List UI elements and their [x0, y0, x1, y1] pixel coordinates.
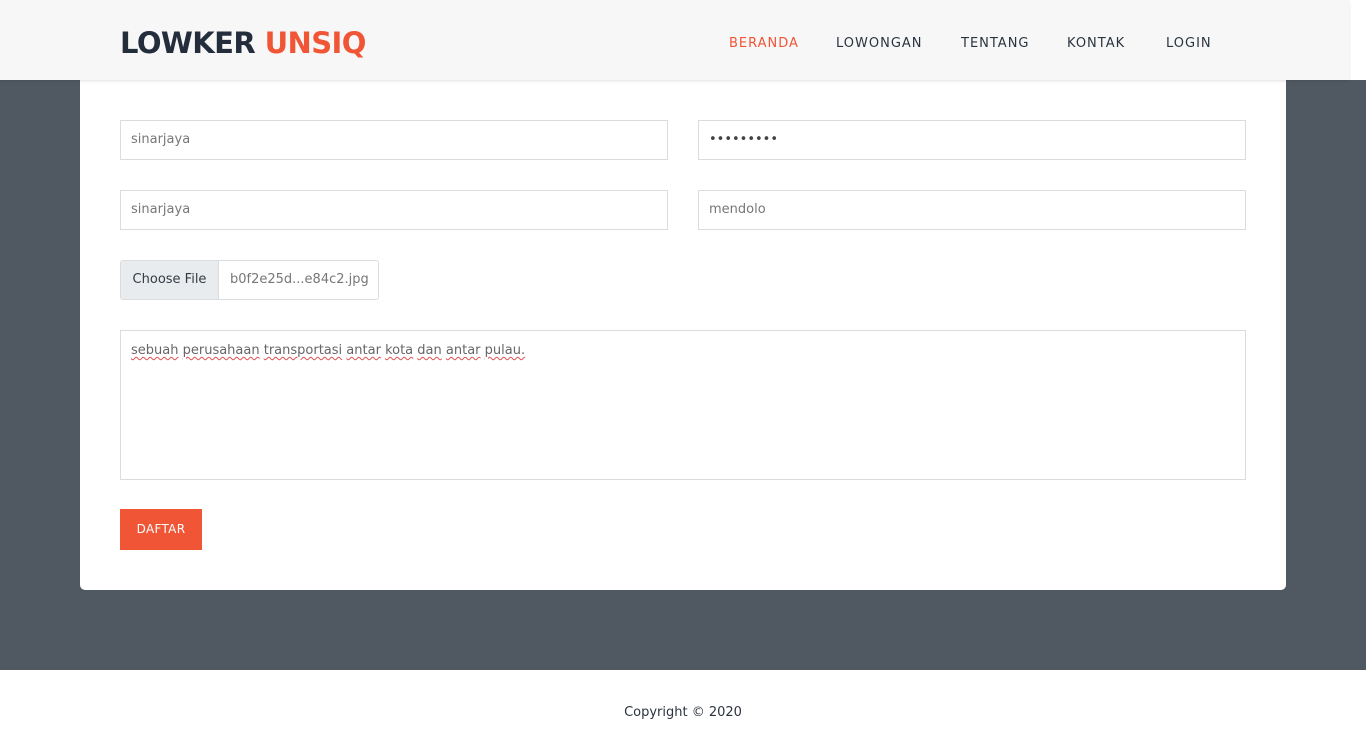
choose-file-button[interactable]: Choose File [121, 261, 219, 299]
username-input[interactable]: sinarjaya [120, 120, 668, 160]
password-input[interactable]: ••••••••• [698, 120, 1246, 160]
main-nav: BERANDA LOWONGAN TENTANG KONTAK LOGIN [0, 35, 1349, 53]
nav-item-lowongan[interactable]: LOWONGAN [836, 35, 923, 53]
description-word: transportasi [263, 343, 343, 358]
file-name-label: b0f2e25d...e84c2.jpg [230, 272, 369, 287]
description-word: sebuah [131, 343, 179, 358]
description-word: perusahaan [182, 343, 260, 358]
address-input[interactable]: mendolo [698, 190, 1246, 230]
nav-item-tentang[interactable]: TENTANG [961, 35, 1030, 53]
daftar-button[interactable]: DAFTAR [120, 509, 202, 550]
header: LOWKER UNSIQ BERANDA LOWONGAN TENTANG KO… [0, 0, 1349, 80]
nav-item-kontak[interactable]: KONTAK [1067, 35, 1125, 53]
description-word: antar [346, 343, 381, 358]
nav-item-login[interactable]: LOGIN [1166, 35, 1212, 53]
description-word: dan [417, 343, 442, 358]
logo-file-input[interactable]: Choose File b0f2e25d...e84c2.jpg [120, 260, 379, 300]
description-word: pulau. [484, 343, 526, 358]
page: LOWKER UNSIQ BERANDA LOWONGAN TENTANG KO… [0, 0, 1366, 755]
description-word: kota [385, 343, 414, 358]
description-word: antar [445, 343, 481, 358]
description-textarea[interactable]: sebuah perusahaan transportasi antar kot… [120, 330, 1246, 480]
nav-item-beranda[interactable]: BERANDA [729, 35, 799, 53]
company-name-input[interactable]: sinarjaya [120, 190, 668, 230]
footer-copyright: Copyright © 2020 [624, 705, 742, 720]
register-form-card: sinarjaya ••••••••• sinarjaya mendolo Ch… [80, 80, 1286, 590]
